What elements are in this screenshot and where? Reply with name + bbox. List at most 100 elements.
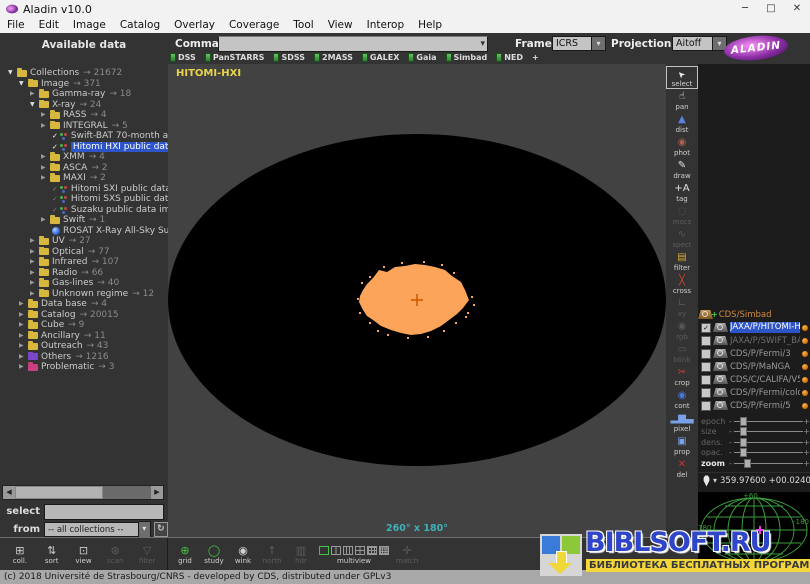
survey-button-dss[interactable]: DSS <box>170 53 196 62</box>
menu-view[interactable]: View <box>321 18 360 33</box>
projection-select[interactable]: Aitoff ▾ <box>672 36 727 51</box>
tree-item-image[interactable]: ▼Image→ 371 <box>0 79 168 90</box>
grid-button[interactable]: ⊕grid <box>174 544 196 565</box>
close-button[interactable]: ✕ <box>784 0 810 18</box>
layer-checkbox[interactable] <box>701 336 711 346</box>
expand-arrow-icon[interactable]: ▶ <box>30 257 39 268</box>
tree-item-ancillary[interactable]: ▶Ancillary→ 11 <box>0 331 168 342</box>
slider-thumb[interactable] <box>740 417 747 426</box>
sky-view[interactable]: HITOMI-HXI 260° x 180° <box>168 64 666 537</box>
prop-tool-button[interactable]: ▣prop <box>666 434 698 457</box>
expand-arrow-icon[interactable]: ▶ <box>30 268 39 279</box>
cont-tool-button[interactable]: ◉cont <box>666 388 698 411</box>
tree-item-suzaku-public-data-image[interactable]: ✓Suzaku public data image <box>0 205 168 216</box>
tree-item-collections[interactable]: ▼Collections→ 21672 <box>0 68 168 79</box>
command-combobox[interactable]: ▾ <box>218 36 488 52</box>
slider-plus-icon[interactable]: + <box>803 448 810 457</box>
expand-arrow-icon[interactable]: ▶ <box>41 121 50 132</box>
dist-tool-button[interactable]: ▲dist <box>666 112 698 135</box>
draw-tool-button[interactable]: ✎draw <box>666 158 698 181</box>
tree-item-maxi[interactable]: ▶MAXI→ 2 <box>0 173 168 184</box>
layer-checkbox[interactable] <box>701 401 711 411</box>
layer-checkbox[interactable]: ✓ <box>701 323 711 333</box>
multiview-layout-5-icon[interactable] <box>367 546 377 555</box>
blink-tool-button[interactable]: ▭blink <box>666 342 698 365</box>
wink-button[interactable]: ◉wink <box>232 544 254 565</box>
tree-item-rass[interactable]: ▶RASS→ 4 <box>0 110 168 121</box>
multiview-layout-4-icon[interactable] <box>355 546 365 555</box>
frame-dropdown-icon[interactable]: ▾ <box>592 36 606 51</box>
tree-item-radio[interactable]: ▶Radio→ 66 <box>0 268 168 279</box>
from-collections-select[interactable]: -- all collections -- <box>44 522 139 537</box>
tree-item-hitomi-sxi-public-data-image[interactable]: ✓Hitomi SXI public data image <box>0 184 168 195</box>
hdr-button[interactable]: ▥hdr <box>290 544 312 565</box>
view-button[interactable]: ⊡view <box>72 544 94 565</box>
survey-button-galex[interactable]: GALEX <box>362 53 400 62</box>
tree-item-unknown-regime[interactable]: ▶Unknown regime→ 12 <box>0 289 168 300</box>
tree-item-outreach[interactable]: ▶Outreach→ 43 <box>0 341 168 352</box>
tree-item-data-base[interactable]: ▶Data base→ 4 <box>0 299 168 310</box>
filter-button[interactable]: ▽filter <box>136 544 158 565</box>
tree-item-rosat-x-ray-all-sky-survey[interactable]: ROSAT X-Ray All-Sky Survey <box>0 226 168 237</box>
slider-thumb[interactable] <box>740 438 747 447</box>
sort-button[interactable]: ⇅sort <box>41 544 63 565</box>
stack-layer-cds-p-manga[interactable]: CDS/P/MaNGA <box>698 360 810 373</box>
tag-tool-button[interactable]: +Atag <box>666 181 698 204</box>
command-dropdown-icon[interactable]: ▾ <box>478 39 487 49</box>
from-dropdown-icon[interactable]: ▾ <box>139 521 151 538</box>
expand-arrow-icon[interactable]: ▶ <box>30 89 39 100</box>
scroll-left-icon[interactable]: ◀ <box>3 486 15 499</box>
stack-layer-cds-p-fermi-3[interactable]: CDS/P/Fermi/3 <box>698 347 810 360</box>
tree-item-gas-lines[interactable]: ▶Gas-lines→ 40 <box>0 278 168 289</box>
survey-button-panstarrs[interactable]: PanSTARRS <box>205 53 265 62</box>
slider-track[interactable] <box>734 463 803 464</box>
survey-button-sdss[interactable]: SDSS <box>273 53 305 62</box>
menu-overlay[interactable]: Overlay <box>167 18 222 33</box>
tree-item-swift-bat-70-month-all-sray[interactable]: ✓Swift-BAT 70-month all-sray <box>0 131 168 142</box>
survey-button-gaia[interactable]: Gaia <box>408 53 436 62</box>
command-input[interactable] <box>219 37 478 51</box>
tree-item-x-ray[interactable]: ▼X-ray→ 24 <box>0 100 168 111</box>
expand-arrow-icon[interactable]: ▶ <box>41 152 50 163</box>
location-dropdown-icon[interactable]: ▾ <box>713 476 717 485</box>
phot-tool-button[interactable]: ◉phot <box>666 135 698 158</box>
multiview-layout-2-icon[interactable] <box>331 546 341 555</box>
tree-horizontal-scrollbar[interactable]: ◀ ▶ <box>2 485 164 500</box>
rgb-tool-button[interactable]: ◉rgb <box>666 319 698 342</box>
stack-layer-cds-p-fermi-5[interactable]: CDS/P/Fermi/5 <box>698 399 810 412</box>
refresh-icon[interactable]: ↻ <box>154 522 168 537</box>
select-input[interactable] <box>44 504 164 520</box>
stack-layer-jaxa-p-swift-bat[interactable]: JAXA/P/SWIFT_BAT <box>698 334 810 347</box>
coll-button[interactable]: ⊞coll. <box>9 544 31 565</box>
slider-minus-icon[interactable]: - <box>727 438 734 447</box>
expand-arrow-icon[interactable]: ▶ <box>19 299 28 310</box>
menu-edit[interactable]: Edit <box>32 18 66 33</box>
study-button[interactable]: ◯study <box>203 544 225 565</box>
menu-coverage[interactable]: Coverage <box>222 18 286 33</box>
add-survey-button[interactable]: + <box>532 53 539 62</box>
tree-item-infrared[interactable]: ▶Infrared→ 107 <box>0 257 168 268</box>
expand-arrow-icon[interactable]: ▶ <box>19 320 28 331</box>
collapse-arrow-icon[interactable]: ▼ <box>30 100 39 111</box>
slider-plus-icon[interactable]: + <box>803 459 810 468</box>
frame-select[interactable]: ICRS ▾ <box>552 36 606 51</box>
tree-item-gamma-ray[interactable]: ▶Gamma-ray→ 18 <box>0 89 168 100</box>
select-tool-button[interactable]: ➤select <box>666 66 698 89</box>
cross-tool-button[interactable]: ╳cross <box>666 273 698 296</box>
tree-item-hitomi-sxs-public-data-image[interactable]: ✓Hitomi SXS public data image <box>0 194 168 205</box>
expand-arrow-icon[interactable]: ▶ <box>30 289 39 300</box>
slider-track[interactable] <box>734 442 803 443</box>
slider-plus-icon[interactable]: + <box>803 427 810 436</box>
slider-plus-icon[interactable]: + <box>803 417 810 426</box>
menu-tool[interactable]: Tool <box>286 18 320 33</box>
layer-checkbox[interactable] <box>701 349 711 359</box>
slider-minus-icon[interactable]: - <box>727 417 734 426</box>
hitomi-coverage-blob[interactable] <box>357 260 477 340</box>
crop-tool-button[interactable]: ✂crop <box>666 365 698 388</box>
expand-arrow-icon[interactable]: ▶ <box>41 163 50 174</box>
stack-layer-jaxa-p-hitomi-hxi[interactable]: ✓JAXA/P/HITOMI-HXI <box>698 321 810 334</box>
expand-arrow-icon[interactable]: ▶ <box>41 110 50 121</box>
slider-track[interactable] <box>734 421 803 422</box>
menu-help[interactable]: Help <box>411 18 449 33</box>
collapse-arrow-icon[interactable]: ▼ <box>8 68 17 79</box>
